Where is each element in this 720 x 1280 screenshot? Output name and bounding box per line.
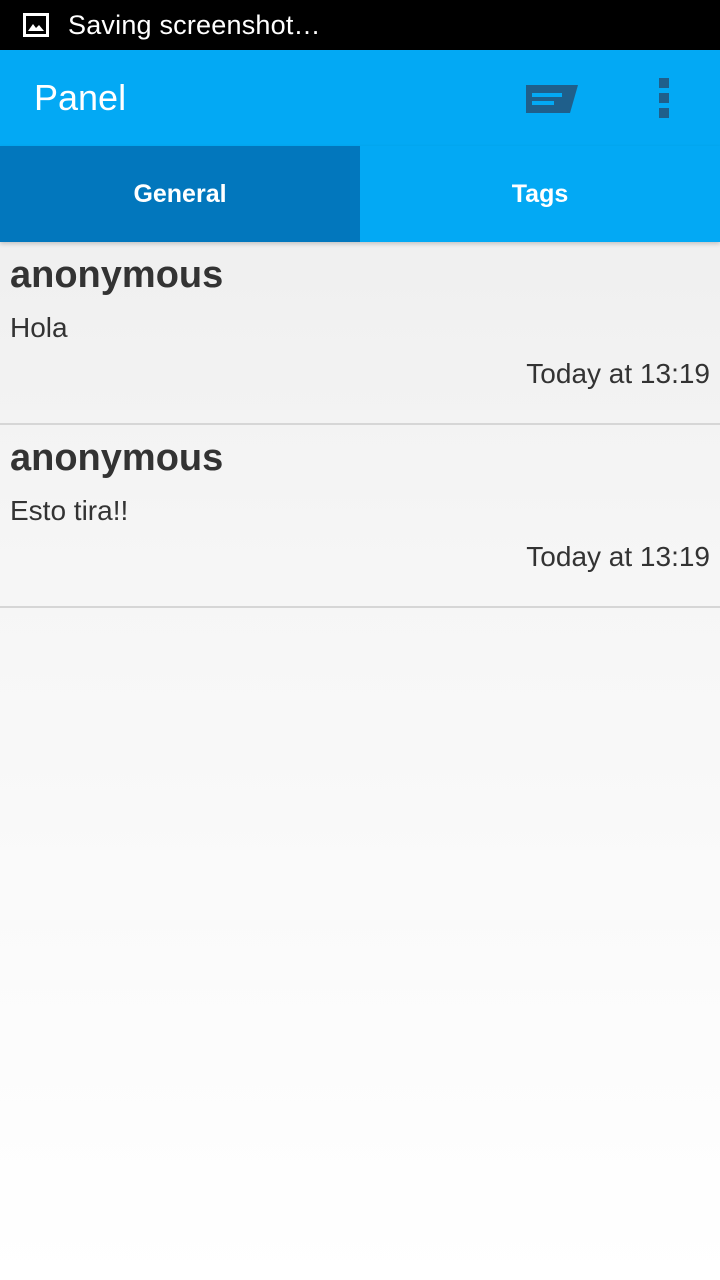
app-title: Panel <box>34 77 127 118</box>
status-bar: Saving screenshot… <box>0 0 720 50</box>
list-item[interactable]: anonymous Esto tira!! Today at 13:19 <box>0 425 720 608</box>
message-timestamp: Today at 13:19 <box>526 358 710 389</box>
app-bar: Panel <box>0 50 720 146</box>
image-icon <box>23 12 49 38</box>
message-author: anonymous <box>10 437 224 479</box>
tab-general[interactable]: General <box>0 146 360 242</box>
overflow-menu-icon[interactable] <box>644 74 684 122</box>
tab-tags[interactable]: Tags <box>360 146 720 242</box>
chat-icon[interactable] <box>524 79 580 119</box>
list-item[interactable]: anonymous Hola Today at 13:19 <box>0 242 720 425</box>
message-author: anonymous <box>10 254 224 296</box>
message-text: Esto tira!! <box>10 495 129 526</box>
status-notification-text: Saving screenshot… <box>68 9 321 40</box>
message-list: anonymous Hola Today at 13:19 anonymous … <box>0 242 720 608</box>
message-text: Hola <box>10 312 68 343</box>
tab-bar: General Tags <box>0 146 720 242</box>
message-timestamp: Today at 13:19 <box>526 541 710 572</box>
